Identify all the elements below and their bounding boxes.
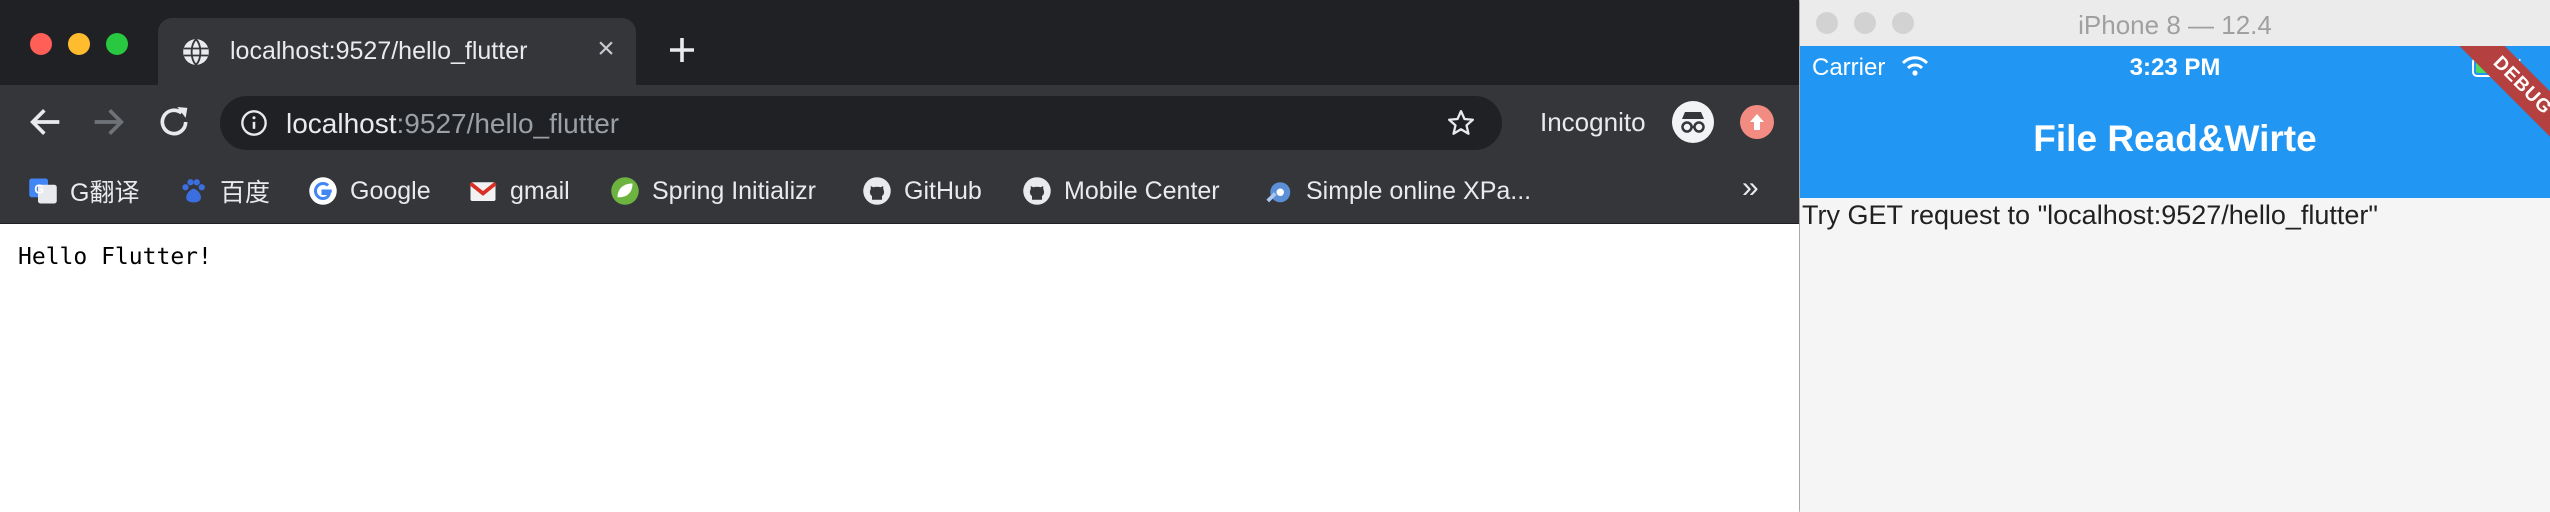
bookmark-label: Mobile Center	[1064, 176, 1220, 205]
status-time: 3:23 PM	[2129, 54, 2221, 81]
bookmark-label: gmail	[510, 176, 570, 205]
simulator-title: iPhone 8 — 12.4	[2078, 10, 2272, 40]
github-icon	[1023, 177, 1051, 205]
bookmark-simple-online-xpath[interactable]: Simple online XPa...	[1264, 171, 1531, 211]
update-available-icon[interactable]	[1740, 105, 1774, 139]
tab-title: localhost:9527/hello_flutter	[230, 37, 528, 65]
bookmarks-overflow-chevron-icon[interactable]: »	[1742, 171, 1759, 205]
bookmarks-bar: G G翻译 百度 Google gmail Spring Initializr …	[0, 159, 1799, 224]
bookmark-gmail[interactable]: gmail	[468, 171, 570, 211]
bookmark-google[interactable]: Google	[308, 171, 431, 211]
browser-titlebar: localhost:9527/hello_flutter ×	[0, 0, 1799, 85]
close-window-button[interactable]	[30, 33, 52, 55]
simulator-window: iPhone 8 — 12.4 Carrier 3:23 PM File Rea…	[1800, 0, 2550, 512]
baidu-icon	[182, 179, 205, 203]
bookmark-label: Spring Initializr	[652, 176, 816, 205]
address-bar[interactable]: localhost:9527/hello_flutter	[220, 96, 1502, 150]
new-tab-icon[interactable]	[664, 32, 700, 68]
back-arrow-icon[interactable]	[26, 102, 66, 142]
bookmark-github[interactable]: GitHub	[862, 171, 982, 211]
google-icon	[309, 177, 337, 205]
gmail-icon	[469, 182, 497, 201]
incognito-label[interactable]: Incognito	[1540, 107, 1646, 138]
bookmark-label: GitHub	[904, 176, 982, 205]
browser-toolbar: localhost:9527/hello_flutter Incognito	[0, 85, 1799, 159]
url-host: localhost	[286, 108, 397, 139]
svg-text:G: G	[34, 183, 44, 197]
google-translate-icon: G	[29, 178, 57, 204]
page-content: Hello Flutter!	[0, 224, 1799, 512]
bookmark-label: G翻译	[70, 179, 140, 207]
info-icon[interactable]	[240, 109, 268, 137]
app-bar-title: File Read&Wirte	[2033, 118, 2317, 159]
address-url[interactable]: localhost:9527/hello_flutter	[286, 108, 619, 140]
simulator-titlebar: iPhone 8 — 12.4	[1800, 0, 2550, 47]
reload-icon[interactable]	[154, 102, 194, 142]
tab-active[interactable]: localhost:9527/hello_flutter ×	[158, 18, 636, 85]
bookmark-label: Google	[350, 176, 431, 205]
minimize-window-button[interactable]	[68, 33, 90, 55]
page-text: Hello Flutter!	[18, 244, 212, 270]
bookmark-g-translate[interactable]: G G翻译	[28, 171, 139, 211]
forward-arrow-icon[interactable]	[88, 102, 128, 142]
bookmark-mobile-center[interactable]: Mobile Center	[1022, 171, 1220, 211]
xpath-icon	[1266, 182, 1291, 203]
bookmark-label: 百度	[220, 179, 271, 207]
spring-icon	[611, 177, 639, 205]
bookmark-star-icon[interactable]	[1446, 108, 1476, 138]
app-bar: Carrier 3:23 PM File Read&Wirte DEBUG	[1800, 46, 2550, 198]
url-path: :9527/hello_flutter	[396, 108, 620, 139]
app-body-text: Try GET request to "localhost:9527/hello…	[1802, 200, 2378, 230]
bookmark-spring-initializr[interactable]: Spring Initializr	[610, 171, 816, 211]
github-icon	[863, 177, 891, 205]
bookmark-label: Simple online XPa...	[1306, 176, 1532, 205]
bookmark-baidu[interactable]: 百度	[178, 171, 270, 211]
browser-window: localhost:9527/hello_flutter × localhost…	[0, 0, 1799, 512]
globe-icon	[183, 38, 209, 66]
tab-close-icon[interactable]: ×	[590, 33, 622, 65]
incognito-icon[interactable]	[1672, 101, 1714, 143]
zoom-window-button[interactable]	[106, 33, 128, 55]
